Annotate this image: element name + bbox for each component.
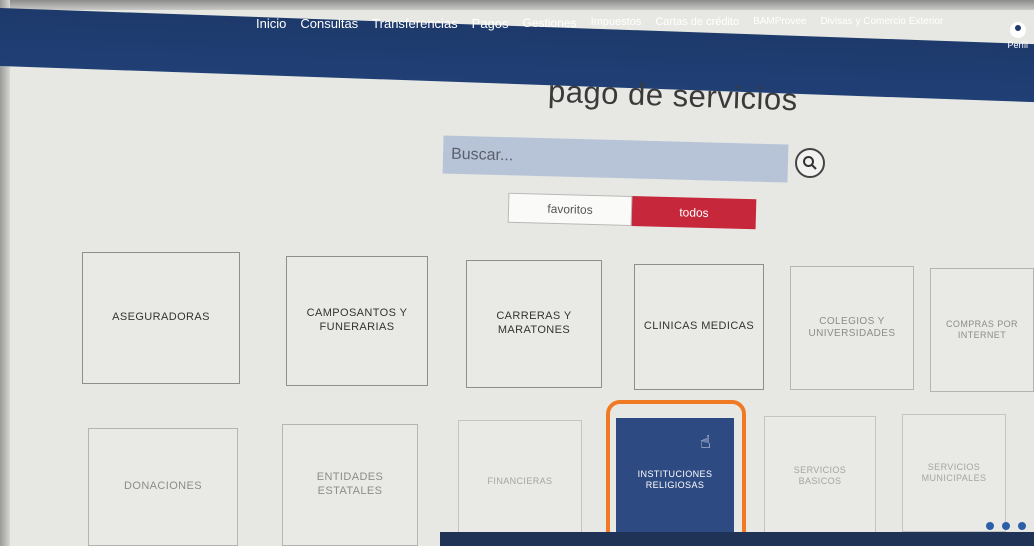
profile-label: Perfil xyxy=(1007,40,1028,50)
category-tile-compras-internet[interactable]: COMPRAS POR INTERNET xyxy=(930,268,1034,392)
system-tray xyxy=(986,522,1026,530)
selection-highlight xyxy=(606,400,746,546)
network-icon xyxy=(986,522,994,530)
tab-favoritos[interactable]: favoritos xyxy=(507,192,633,226)
main-menu: Inicio Consultas Transferencias Pagos Ge… xyxy=(256,16,943,31)
search-icon xyxy=(803,156,817,170)
category-tile-clinicas[interactable]: CLINICAS MEDICAS xyxy=(634,264,764,390)
page-title: pago de servicios xyxy=(547,73,799,118)
search-box xyxy=(442,135,789,183)
hand-pointer-icon: ☝ xyxy=(700,432,711,452)
taskbar xyxy=(440,532,1034,546)
search-input[interactable] xyxy=(442,135,789,183)
category-tile-carreras[interactable]: CARRERAS Y MARATONES xyxy=(466,260,602,388)
profile-menu[interactable]: Perfil xyxy=(1007,22,1028,50)
nav-item-bamprovee[interactable]: BAMProvee xyxy=(753,16,806,31)
nav-item-gestiones[interactable]: Gestiones xyxy=(523,16,577,31)
category-tile-camposantos[interactable]: CAMPOSANTOS Y FUNERARIAS xyxy=(286,256,428,386)
filter-toggle: favoritos todos xyxy=(507,192,757,230)
battery-icon xyxy=(1018,522,1026,530)
nav-item-cartas-de-credito[interactable]: Cartas de crédito xyxy=(655,16,739,31)
category-tile-financieras[interactable]: FINANCIERAS xyxy=(458,420,582,544)
photo-edge xyxy=(0,0,1034,10)
nav-item-divisas[interactable]: Divisas y Comercio Exterior xyxy=(820,16,943,31)
photo-edge-left xyxy=(0,0,10,546)
category-tile-donaciones[interactable]: DONACIONES xyxy=(88,428,238,546)
nav-item-inicio[interactable]: Inicio xyxy=(256,16,286,31)
category-tile-servicios-municipales[interactable]: SERVICIOS MUNICIPALES xyxy=(902,414,1006,532)
nav-item-impuestos[interactable]: Impuestos xyxy=(591,16,642,31)
nav-item-pagos[interactable]: Pagos xyxy=(472,16,509,31)
category-tile-aseguradoras[interactable]: ASEGURADORAS xyxy=(82,252,240,384)
category-tile-colegios[interactable]: COLEGIOS Y UNIVERSIDADES xyxy=(790,266,914,390)
tab-todos[interactable]: todos xyxy=(631,196,757,230)
category-tile-entidades-estatales[interactable]: ENTIDADES ESTATALES xyxy=(282,424,418,546)
volume-icon xyxy=(1002,522,1010,530)
user-icon xyxy=(1009,22,1026,38)
search-button[interactable] xyxy=(795,148,825,178)
nav-item-consultas[interactable]: Consultas xyxy=(300,16,358,31)
nav-item-transferencias[interactable]: Transferencias xyxy=(372,16,458,31)
category-tile-servicios-basicos[interactable]: SERVICIOS BASICOS xyxy=(764,416,876,536)
